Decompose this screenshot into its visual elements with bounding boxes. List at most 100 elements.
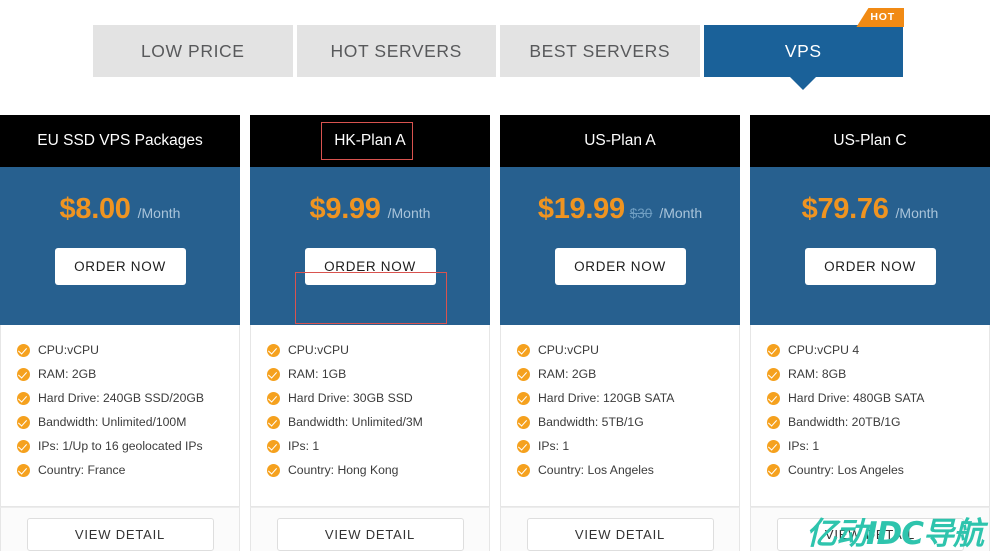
check-circle-icon [767, 439, 780, 453]
price-period: /Month [659, 205, 703, 221]
check-circle-icon [517, 463, 530, 477]
pricing-card: EU SSD VPS Packages $8.00/Month ORDER NOW C… [0, 115, 240, 551]
feature-item: Bandwidth: Unlimited/100M [17, 415, 239, 429]
feature-list: CPU:vCPU 4 RAM: 8GB Hard Drive: 480GB SATA… [750, 325, 990, 507]
tab-vps[interactable]: VPS HOT [703, 8, 904, 90]
check-circle-icon [517, 367, 530, 381]
feature-list: CPU:vCPU RAM: 2GB Hard Drive: 240GB SSD/20… [0, 325, 240, 507]
check-circle-icon [267, 439, 280, 453]
feature-label: Hard Drive: 120GB SATA [538, 391, 675, 405]
card-price-panel: $79.76/Month ORDER NOW [750, 167, 990, 325]
pricing-card: HK-Plan A $9.99/Month ORDER NOW CPU:vCPU RAM… [250, 115, 490, 551]
check-circle-icon [517, 415, 530, 429]
card-header: US-Plan A [500, 115, 740, 167]
feature-label: IPs: 1 [538, 439, 570, 453]
card-footer: VIEW DETAIL [0, 507, 240, 551]
active-tab-pointer-icon [790, 77, 817, 90]
view-detail-button[interactable]: VIEW DETAIL [776, 517, 964, 551]
card-price-panel: $9.99/Month ORDER NOW [250, 167, 490, 325]
tab-hot-servers[interactable]: HOT SERVERS [296, 25, 496, 77]
category-tabs: LOW PRICE HOT SERVERS BEST SERVERS VPS HOT [93, 8, 904, 90]
feature-label: Hard Drive: 30GB SSD [288, 391, 413, 405]
feature-label: CPU:vCPU 4 [788, 343, 860, 357]
price-period: /Month [137, 205, 181, 221]
feature-item: Hard Drive: 30GB SSD [267, 391, 489, 405]
card-title: EU SSD VPS Packages [37, 132, 203, 149]
view-detail-button[interactable]: VIEW DETAIL [276, 517, 464, 551]
feature-item: Hard Drive: 480GB SATA [767, 391, 989, 405]
order-now-button[interactable]: ORDER NOW [54, 248, 186, 285]
feature-label: RAM: 2GB [538, 367, 597, 381]
feature-item: RAM: 2GB [517, 367, 739, 381]
card-footer: VIEW DETAIL [250, 507, 490, 551]
card-header: HK-Plan A [250, 115, 490, 167]
check-circle-icon [17, 343, 30, 357]
feature-item: Country: Hong Kong [267, 463, 489, 477]
feature-item: IPs: 1 [767, 439, 989, 453]
feature-item: RAM: 8GB [767, 367, 989, 381]
feature-label: Bandwidth: 5TB/1G [538, 415, 644, 429]
view-detail-button[interactable]: VIEW DETAIL [26, 517, 214, 551]
feature-label: Hard Drive: 240GB SSD/20GB [38, 391, 204, 405]
tab-low-price[interactable]: LOW PRICE [93, 25, 293, 77]
price-original-struck: $30 [629, 206, 653, 221]
feature-label: IPs: 1/Up to 16 geolocated IPs [38, 439, 203, 453]
check-circle-icon [17, 415, 30, 429]
feature-item: Country: Los Angeles [517, 463, 739, 477]
feature-item: CPU:vCPU [17, 343, 239, 357]
price-period: /Month [387, 205, 431, 221]
order-now-button[interactable]: ORDER NOW [554, 248, 686, 285]
check-circle-icon [267, 415, 280, 429]
feature-item: IPs: 1 [267, 439, 489, 453]
price-row: $8.00/Month [60, 193, 181, 226]
check-circle-icon [767, 367, 780, 381]
check-circle-icon [17, 367, 30, 381]
check-circle-icon [517, 391, 530, 405]
card-price-panel: $8.00/Month ORDER NOW [0, 167, 240, 325]
price-row: $19.99 $30/Month [538, 193, 702, 226]
card-footer: VIEW DETAIL [500, 507, 740, 551]
tab-label: HOT SERVERS [330, 40, 462, 61]
check-circle-icon [17, 463, 30, 477]
card-title: US-Plan C [833, 132, 907, 149]
check-circle-icon [17, 439, 30, 453]
hot-badge: HOT [856, 8, 904, 27]
feature-label: RAM: 8GB [788, 367, 847, 381]
pricing-card: US-Plan A $19.99 $30/Month ORDER NOW CPU:vCP… [500, 115, 740, 551]
tab-label: LOW PRICE [140, 40, 245, 61]
feature-label: RAM: 1GB [288, 367, 347, 381]
check-circle-icon [767, 463, 780, 477]
check-circle-icon [267, 463, 280, 477]
check-circle-icon [767, 391, 780, 405]
check-circle-icon [517, 343, 530, 357]
tab-best-servers[interactable]: BEST SERVERS [500, 25, 700, 77]
price-row: $79.76/Month [802, 193, 939, 226]
feature-item: Bandwidth: Unlimited/3M [267, 415, 489, 429]
price-amount: $79.76 [801, 193, 889, 225]
tab-label: VPS [784, 40, 822, 61]
feature-item: Hard Drive: 120GB SATA [517, 391, 739, 405]
feature-item: RAM: 2GB [17, 367, 239, 381]
feature-item: RAM: 1GB [267, 367, 489, 381]
view-detail-button[interactable]: VIEW DETAIL [526, 517, 714, 551]
card-footer: VIEW DETAIL [750, 507, 990, 551]
feature-item: CPU:vCPU [517, 343, 739, 357]
feature-item: Country: France [17, 463, 239, 477]
price-amount: $9.99 [309, 193, 381, 225]
card-header: EU SSD VPS Packages [0, 115, 240, 167]
feature-label: IPs: 1 [788, 439, 820, 453]
feature-item: Country: Los Angeles [767, 463, 989, 477]
check-circle-icon [767, 415, 780, 429]
feature-label: Country: France [38, 463, 126, 477]
feature-item: IPs: 1/Up to 16 geolocated IPs [17, 439, 239, 453]
feature-label: RAM: 2GB [38, 367, 97, 381]
feature-label: Country: Hong Kong [288, 463, 399, 477]
feature-item: CPU:vCPU 4 [767, 343, 989, 357]
pricing-card: US-Plan C $79.76/Month ORDER NOW CPU:vCPU 4… [750, 115, 990, 551]
feature-label: CPU:vCPU [538, 343, 599, 357]
check-circle-icon [517, 439, 530, 453]
feature-item: Bandwidth: 5TB/1G [517, 415, 739, 429]
order-now-button[interactable]: ORDER NOW [304, 248, 436, 285]
card-price-panel: $19.99 $30/Month ORDER NOW [500, 167, 740, 325]
order-now-button[interactable]: ORDER NOW [804, 248, 936, 285]
